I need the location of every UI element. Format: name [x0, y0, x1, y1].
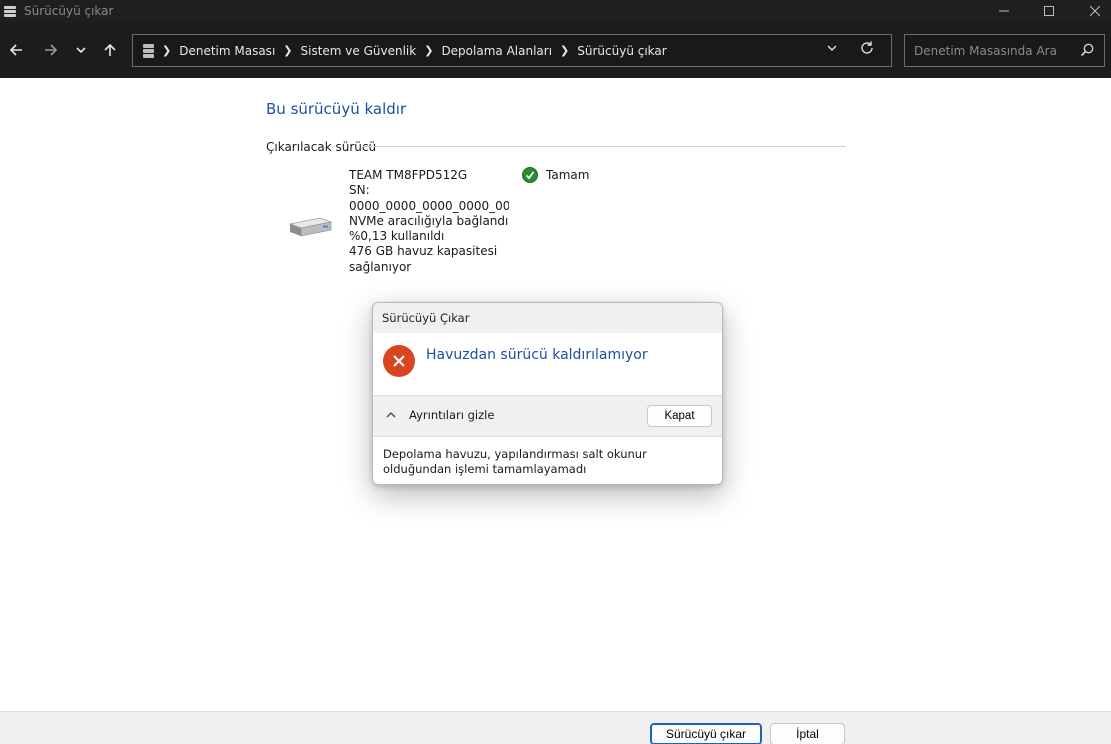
- dialog-button-bar: Ayrıntıları gizle Kapat: [373, 395, 722, 437]
- drive-details: TEAM TM8FPD512G SN: 0000_0000_0000_0000_…: [349, 168, 509, 275]
- navigation-bar: ❯ Denetim Masası ❯ Sistem ve Güvenlik ❯ …: [0, 22, 1111, 78]
- close-window-button[interactable]: [1072, 0, 1111, 22]
- breadcrumb-system-security[interactable]: Sistem ve Güvenlik: [301, 44, 417, 58]
- remove-drive-button[interactable]: Sürücüyü çıkar: [650, 723, 762, 744]
- drive-icon: [288, 217, 333, 237]
- hide-details-label: Ayrıntıları gizle: [409, 408, 495, 422]
- section-label: Çıkarılacak sürücü: [266, 140, 377, 154]
- maximize-button[interactable]: [1026, 0, 1072, 22]
- back-button[interactable]: [3, 36, 29, 64]
- arrow-left-icon: [9, 44, 22, 56]
- refresh-icon: [861, 41, 873, 54]
- search-icon[interactable]: [1080, 43, 1094, 60]
- arrow-up-icon: [104, 43, 116, 56]
- dialog-details: Depolama havuzu, yapılandırması salt oku…: [383, 447, 647, 476]
- maximize-icon: [1044, 6, 1054, 16]
- chevron-down-icon: [827, 45, 837, 51]
- chevron-up-icon: [386, 412, 396, 418]
- drive-status: Tamam: [522, 167, 589, 183]
- drive-serial-number: 0000_0000_0000_0000_0000_0000: [349, 198, 509, 213]
- drive-serial-label: SN:: [349, 183, 370, 198]
- breadcrumb-separator-icon[interactable]: ❯: [560, 44, 569, 57]
- section-divider: [362, 146, 846, 147]
- search-box[interactable]: Denetim Masasında Ara: [904, 34, 1105, 67]
- chevron-down-icon: [76, 47, 86, 54]
- forward-button[interactable]: [38, 36, 64, 64]
- address-dropdown-button[interactable]: [826, 42, 838, 57]
- breadcrumb-remove-drive[interactable]: Sürücüyü çıkar: [577, 44, 666, 58]
- refresh-button[interactable]: [859, 40, 875, 59]
- breadcrumb-separator-icon[interactable]: ❯: [283, 44, 292, 57]
- minimize-icon: [999, 10, 1009, 12]
- dialog-body: Havuzdan sürücü kaldırılamıyor: [373, 333, 722, 395]
- footer-bar: Sürücüyü çıkar İptal: [0, 711, 1111, 744]
- error-dialog: Sürücüyü Çıkar Havuzdan sürücü kaldırıla…: [372, 302, 723, 485]
- drive-usage: %0,13 kullanıldı: [349, 229, 445, 244]
- close-button[interactable]: Kapat: [647, 405, 712, 427]
- control-panel-icon: [143, 43, 154, 59]
- drive-connection: NVMe aracılığıyla bağlandı: [349, 213, 509, 228]
- search-input[interactable]: Denetim Masasında Ara: [914, 44, 1057, 58]
- drive-capacity: 476 GB havuz kapasitesi: [349, 244, 498, 259]
- address-bar[interactable]: ❯ Denetim Masası ❯ Sistem ve Güvenlik ❯ …: [132, 34, 892, 67]
- dialog-message: Havuzdan sürücü kaldırılamıyor: [426, 347, 648, 363]
- check-icon: [522, 167, 538, 183]
- title-bar: Sürücüyü çıkar: [0, 0, 1111, 22]
- up-button[interactable]: [97, 36, 123, 64]
- cancel-button[interactable]: İptal: [770, 723, 845, 744]
- window-title: Sürücüyü çıkar: [24, 4, 114, 18]
- dialog-title: Sürücüyü Çıkar: [373, 303, 722, 333]
- hide-details-toggle[interactable]: Ayrıntıları gizle: [385, 408, 494, 422]
- status-label: Tamam: [546, 168, 590, 182]
- page-title: Bu sürücüyü kaldır: [266, 100, 407, 118]
- breadcrumb-storage-spaces[interactable]: Depolama Alanları: [441, 44, 552, 58]
- breadcrumb-separator-icon[interactable]: ❯: [424, 44, 433, 57]
- close-icon: [1090, 6, 1100, 16]
- storage-spaces-icon: [4, 3, 16, 19]
- minimize-button[interactable]: [981, 0, 1027, 22]
- drive-model: TEAM TM8FPD512G: [349, 168, 468, 182]
- arrow-right-icon: [45, 44, 58, 56]
- error-icon: [383, 345, 415, 377]
- breadcrumb-control-panel[interactable]: Denetim Masası: [179, 44, 275, 58]
- breadcrumb-separator-icon[interactable]: ❯: [162, 44, 171, 57]
- drive-capacity-cont: sağlanıyor: [349, 259, 412, 274]
- recent-locations-button[interactable]: [68, 36, 94, 64]
